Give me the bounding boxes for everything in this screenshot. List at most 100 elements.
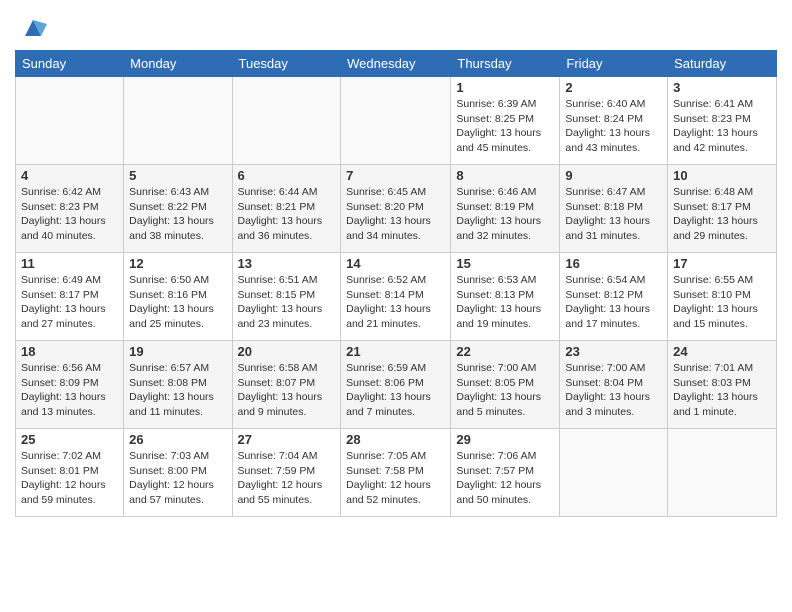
day-info: Sunrise: 6:41 AMSunset: 8:23 PMDaylight:…: [673, 97, 771, 156]
day-number: 2: [565, 80, 662, 95]
calendar-cell: 28 Sunrise: 7:05 AMSunset: 7:58 PMDayligh…: [341, 429, 451, 517]
calendar-cell: 2 Sunrise: 6:40 AMSunset: 8:24 PMDaylight…: [560, 77, 668, 165]
day-number: 28: [346, 432, 445, 447]
week-row-3: 11Sunrise: 6:49 AMSunset: 8:17 PMDayligh…: [16, 253, 777, 341]
calendar-cell: [560, 429, 668, 517]
day-number: 14: [346, 256, 445, 271]
weekday-friday: Friday: [560, 51, 668, 77]
calendar-cell: 3Sunrise: 6:41 AMSunset: 8:23 PMDaylight…: [668, 77, 777, 165]
calendar-cell: 21Sunrise: 6:59 AMSunset: 8:06 PMDayligh…: [341, 341, 451, 429]
day-info: Sunrise: 6:43 AMSunset: 8:22 PMDaylight:…: [129, 185, 226, 244]
day-number: 19: [129, 344, 226, 359]
day-info: Sunrise: 7:01 AMSunset: 8:03 PMDaylight:…: [673, 361, 771, 420]
day-info: Sunrise: 7:06 AMSunset: 7:57 PMDaylight:…: [456, 449, 554, 508]
day-info: Sunrise: 6:51 AMSunset: 8:15 PMDaylight:…: [238, 273, 336, 332]
day-number: 1: [456, 80, 554, 95]
day-info: Sunrise: 6:48 AMSunset: 8:17 PMDaylight:…: [673, 185, 771, 244]
day-info: Sunrise: 6:47 AMSunset: 8:18 PMDaylight:…: [565, 185, 662, 244]
calendar-cell: 1 Sunrise: 6:39 AMSunset: 8:25 PMDaylight…: [451, 77, 560, 165]
day-number: 15: [456, 256, 554, 271]
day-number: 20: [238, 344, 336, 359]
calendar-cell: 14 Sunrise: 6:52 AMSunset: 8:14 PMDayligh…: [341, 253, 451, 341]
day-info: Sunrise: 6:42 AMSunset: 8:23 PMDaylight:…: [21, 185, 118, 244]
day-info: Sunrise: 6:55 AMSunset: 8:10 PMDaylight:…: [673, 273, 771, 332]
weekday-wednesday: Wednesday: [341, 51, 451, 77]
calendar-cell: 19 Sunrise: 6:57 AMSunset: 8:08 PMDayligh…: [124, 341, 232, 429]
day-info: Sunrise: 6:58 AMSunset: 8:07 PMDaylight:…: [238, 361, 336, 420]
calendar-cell: 26 Sunrise: 7:03 AMSunset: 8:00 PMDayligh…: [124, 429, 232, 517]
calendar-cell: [668, 429, 777, 517]
calendar-cell: 16Sunrise: 6:54 AMSunset: 8:12 PMDayligh…: [560, 253, 668, 341]
calendar-cell: 13 Sunrise: 6:51 AMSunset: 8:15 PMDayligh…: [232, 253, 341, 341]
weekday-thursday: Thursday: [451, 51, 560, 77]
day-number: 25: [21, 432, 118, 447]
calendar-cell: 6 Sunrise: 6:44 AMSunset: 8:21 PMDaylight…: [232, 165, 341, 253]
calendar-cell: 20 Sunrise: 6:58 AMSunset: 8:07 PMDayligh…: [232, 341, 341, 429]
day-info: Sunrise: 6:56 AMSunset: 8:09 PMDaylight:…: [21, 361, 118, 420]
calendar-cell: [341, 77, 451, 165]
calendar-cell: 29 Sunrise: 7:06 AMSunset: 7:57 PMDayligh…: [451, 429, 560, 517]
day-info: Sunrise: 6:50 AMSunset: 8:16 PMDaylight:…: [129, 273, 226, 332]
calendar-table: SundayMondayTuesdayWednesdayThursdayFrid…: [15, 50, 777, 517]
day-number: 6: [238, 168, 336, 183]
calendar-cell: 12 Sunrise: 6:50 AMSunset: 8:16 PMDayligh…: [124, 253, 232, 341]
week-row-5: 25Sunrise: 7:02 AMSunset: 8:01 PMDayligh…: [16, 429, 777, 517]
day-number: 29: [456, 432, 554, 447]
calendar-cell: [232, 77, 341, 165]
weekday-tuesday: Tuesday: [232, 51, 341, 77]
calendar-cell: 27 Sunrise: 7:04 AMSunset: 7:59 PMDayligh…: [232, 429, 341, 517]
day-info: Sunrise: 7:00 AMSunset: 8:05 PMDaylight:…: [456, 361, 554, 420]
day-number: 18: [21, 344, 118, 359]
header: [15, 10, 777, 42]
day-number: 22: [456, 344, 554, 359]
calendar-cell: 5 Sunrise: 6:43 AMSunset: 8:22 PMDaylight…: [124, 165, 232, 253]
calendar-cell: 24 Sunrise: 7:01 AMSunset: 8:03 PMDayligh…: [668, 341, 777, 429]
day-number: 24: [673, 344, 771, 359]
day-info: Sunrise: 7:04 AMSunset: 7:59 PMDaylight:…: [238, 449, 336, 508]
calendar-cell: [124, 77, 232, 165]
calendar-cell: 25Sunrise: 7:02 AMSunset: 8:01 PMDayligh…: [16, 429, 124, 517]
day-info: Sunrise: 6:59 AMSunset: 8:06 PMDaylight:…: [346, 361, 445, 420]
calendar-cell: 8 Sunrise: 6:46 AMSunset: 8:19 PMDaylight…: [451, 165, 560, 253]
day-info: Sunrise: 6:39 AMSunset: 8:25 PMDaylight:…: [456, 97, 554, 156]
weekday-saturday: Saturday: [668, 51, 777, 77]
day-number: 26: [129, 432, 226, 447]
day-number: 12: [129, 256, 226, 271]
calendar-cell: 7Sunrise: 6:45 AMSunset: 8:20 PMDaylight…: [341, 165, 451, 253]
week-row-2: 4 Sunrise: 6:42 AMSunset: 8:23 PMDaylight…: [16, 165, 777, 253]
day-info: Sunrise: 7:00 AMSunset: 8:04 PMDaylight:…: [565, 361, 662, 420]
calendar-cell: 10 Sunrise: 6:48 AMSunset: 8:17 PMDayligh…: [668, 165, 777, 253]
page: SundayMondayTuesdayWednesdayThursdayFrid…: [0, 0, 792, 612]
day-number: 23: [565, 344, 662, 359]
day-number: 10: [673, 168, 771, 183]
day-info: Sunrise: 6:53 AMSunset: 8:13 PMDaylight:…: [456, 273, 554, 332]
day-info: Sunrise: 6:40 AMSunset: 8:24 PMDaylight:…: [565, 97, 662, 156]
day-number: 17: [673, 256, 771, 271]
day-info: Sunrise: 7:05 AMSunset: 7:58 PMDaylight:…: [346, 449, 445, 508]
day-number: 27: [238, 432, 336, 447]
day-number: 4: [21, 168, 118, 183]
day-number: 5: [129, 168, 226, 183]
day-number: 13: [238, 256, 336, 271]
day-number: 8: [456, 168, 554, 183]
day-number: 9: [565, 168, 662, 183]
day-info: Sunrise: 6:49 AMSunset: 8:17 PMDaylight:…: [21, 273, 118, 332]
day-info: Sunrise: 7:03 AMSunset: 8:00 PMDaylight:…: [129, 449, 226, 508]
day-number: 7: [346, 168, 445, 183]
day-info: Sunrise: 6:57 AMSunset: 8:08 PMDaylight:…: [129, 361, 226, 420]
day-info: Sunrise: 6:52 AMSunset: 8:14 PMDaylight:…: [346, 273, 445, 332]
logo: [15, 14, 47, 42]
day-info: Sunrise: 6:44 AMSunset: 8:21 PMDaylight:…: [238, 185, 336, 244]
calendar-cell: 15 Sunrise: 6:53 AMSunset: 8:13 PMDayligh…: [451, 253, 560, 341]
logo-icon: [19, 14, 47, 42]
weekday-monday: Monday: [124, 51, 232, 77]
week-row-4: 18 Sunrise: 6:56 AMSunset: 8:09 PMDayligh…: [16, 341, 777, 429]
calendar-cell: 18 Sunrise: 6:56 AMSunset: 8:09 PMDayligh…: [16, 341, 124, 429]
calendar-cell: 11Sunrise: 6:49 AMSunset: 8:17 PMDayligh…: [16, 253, 124, 341]
calendar-cell: 9 Sunrise: 6:47 AMSunset: 8:18 PMDaylight…: [560, 165, 668, 253]
day-info: Sunrise: 6:46 AMSunset: 8:19 PMDaylight:…: [456, 185, 554, 244]
calendar-cell: 17 Sunrise: 6:55 AMSunset: 8:10 PMDayligh…: [668, 253, 777, 341]
calendar-cell: [16, 77, 124, 165]
week-row-1: 1 Sunrise: 6:39 AMSunset: 8:25 PMDaylight…: [16, 77, 777, 165]
calendar-cell: 22 Sunrise: 7:00 AMSunset: 8:05 PMDayligh…: [451, 341, 560, 429]
